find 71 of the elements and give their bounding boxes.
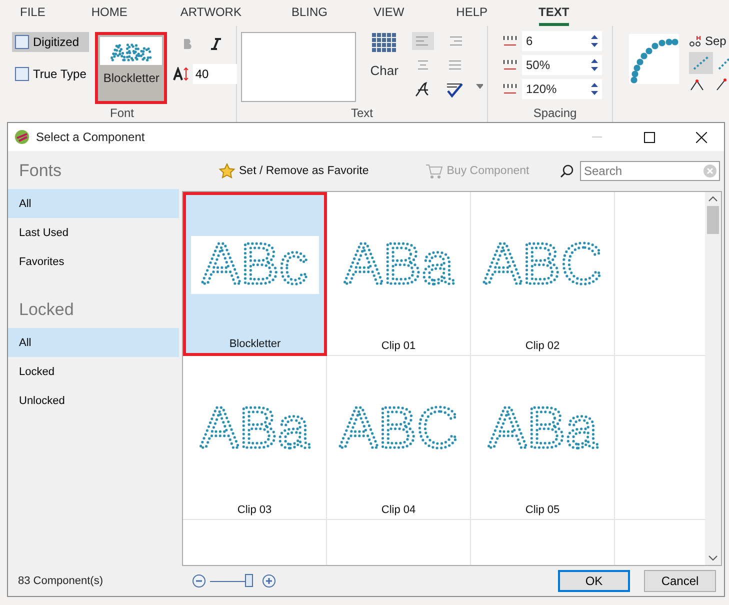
component-tile[interactable]: ABC Clip 02	[471, 192, 615, 356]
angle-line-icon[interactable]	[715, 78, 727, 92]
separate-icon[interactable]	[689, 35, 701, 47]
component-tile[interactable]: ABa Clip 03	[183, 356, 327, 520]
component-tile[interactable]: ABa Clip 01	[327, 192, 471, 356]
sidebar-item[interactable]: Last Used	[8, 218, 179, 247]
group-label: Font	[108, 106, 135, 122]
sidebar-item[interactable]: All	[8, 189, 179, 218]
dropdown-icon[interactable]	[476, 84, 483, 90]
spacing-field[interactable]: 6	[522, 31, 602, 51]
sidebar-item[interactable]: Favorites	[8, 247, 179, 276]
ribbon-tab[interactable]: ARTWORK	[180, 0, 242, 26]
close-icon[interactable]	[696, 132, 706, 142]
spacing-icon	[502, 58, 518, 72]
ribbon-tab[interactable]: FILE	[20, 0, 46, 26]
component-tile[interactable]: ABC Clip 04	[327, 356, 471, 520]
cancel-button[interactable]: Cancel	[644, 570, 716, 592]
dialog-title: Select a Component	[36, 130, 146, 144]
separate-label: Sep	[705, 34, 726, 48]
maximize-icon[interactable]	[644, 132, 654, 142]
group-label: Text	[350, 106, 374, 122]
favorite-button[interactable]: Set / Remove as Favorite	[213, 162, 375, 180]
app-icon	[14, 129, 30, 145]
ok-button[interactable]: OK	[558, 570, 630, 592]
char-button[interactable]: Char	[364, 32, 404, 79]
sidebar-heading: Locked	[18, 299, 75, 321]
component-preview: ABa	[478, 400, 606, 458]
italic-icon[interactable]	[211, 38, 222, 50]
ribbon-tab[interactable]: TEXT	[538, 0, 570, 26]
spacing-field[interactable]: 120%	[522, 79, 602, 99]
ribbon-tab[interactable]: VIEW	[373, 0, 404, 26]
spacing-field[interactable]: 50%	[522, 55, 602, 75]
search-icon	[560, 164, 574, 178]
component-tile[interactable]: ABa Clip 05	[471, 356, 615, 520]
font-button[interactable]: ABc Blockletter	[95, 32, 168, 104]
ribbon-tab[interactable]: BLING	[291, 0, 328, 26]
zoom-in-icon[interactable]	[262, 574, 276, 588]
component-preview: ABa	[334, 236, 462, 294]
ribbon-tab[interactable]: HOME	[91, 0, 128, 26]
component-preview: ABc	[191, 236, 319, 294]
spinner-icon[interactable]	[591, 82, 598, 96]
group-label: Spacing	[532, 106, 578, 122]
text-input-field[interactable]	[241, 32, 356, 102]
sidebar-item[interactable]: Unlocked	[8, 386, 179, 415]
cart-icon	[424, 164, 443, 178]
search-field[interactable]: Search	[580, 161, 720, 181]
align-left-icon[interactable]	[412, 32, 434, 50]
font-preview: ABc	[100, 37, 162, 65]
component-preview: ABC	[478, 236, 606, 294]
spacing-icon	[502, 82, 518, 96]
sidebar-item[interactable]: All	[8, 328, 179, 357]
sidebar-heading: Fonts	[18, 160, 63, 182]
font-size-field[interactable]: 40	[193, 64, 238, 84]
spacing-icon	[502, 34, 518, 48]
font-mode-button[interactable]: Digitized	[12, 32, 90, 52]
spinner-icon[interactable]	[591, 58, 598, 72]
font-size-icon	[173, 67, 190, 81]
component-tile[interactable]: ABc Blockletter	[183, 192, 327, 356]
component-preview: ABC	[334, 400, 462, 458]
ribbon-tab[interactable]: HELP	[456, 0, 488, 26]
zoom-out-icon[interactable]	[192, 574, 206, 588]
sidebar-item[interactable]: Locked	[8, 357, 179, 386]
character-grid-icon	[371, 33, 398, 53]
component-preview: ABa	[190, 400, 318, 458]
font-mode-button[interactable]: True Type	[12, 64, 90, 84]
curve-preview-drawing	[629, 34, 679, 84]
zoom-slider-thumb[interactable]	[245, 574, 254, 587]
component-count: 83 Component(s)	[18, 575, 104, 587]
spinner-icon[interactable]	[591, 34, 598, 48]
star-icon	[219, 163, 235, 179]
scrollbar-thumb[interactable]	[707, 206, 719, 234]
